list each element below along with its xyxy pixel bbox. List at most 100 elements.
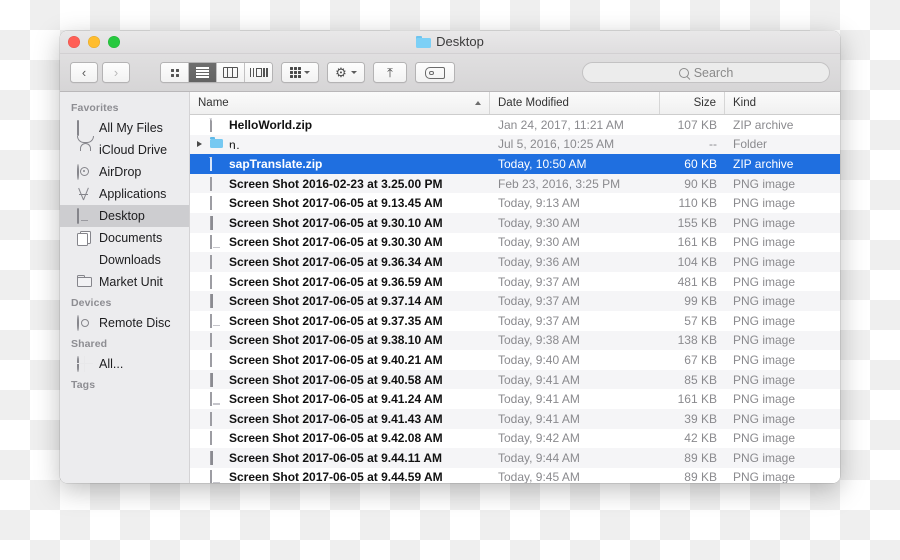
column-header-size[interactable]: Size — [660, 92, 725, 114]
table-row[interactable]: Screen Shot 2017-06-05 at 9.44.59 AM Toda… — [190, 468, 840, 483]
file-kind-cell: Folder — [733, 137, 768, 152]
finder-window: Desktop ‹ › ⚙ ⤒ Search Favorites All My … — [60, 31, 840, 483]
action-menu-button[interactable]: ⚙ — [327, 62, 365, 83]
file-date-cell: Today, 9:41 AM — [498, 372, 580, 387]
table-row[interactable]: Screen Shot 2017-06-05 at 9.36.34 AM Toda… — [190, 252, 840, 272]
grid-icon — [170, 68, 179, 77]
file-size-cell: 60 KB — [684, 156, 717, 171]
png-image-icon — [210, 372, 223, 387]
png-image-icon — [210, 235, 223, 250]
column-header-date-modified[interactable]: Date Modified — [490, 92, 660, 114]
file-name: Screen Shot 2017-06-05 at 9.37.35 AM — [229, 313, 443, 328]
file-kind-cell: PNG image — [733, 215, 796, 230]
sidebar-item-all-shared[interactable]: All... — [60, 353, 189, 375]
table-row[interactable]: Screen Shot 2016-02-23 at 3.25.00 PM Feb … — [190, 173, 840, 194]
file-date-cell: Today, 9:30 AM — [498, 215, 580, 230]
sidebar-item-label: All My Files — [99, 121, 163, 135]
sidebar-item-remote-disc[interactable]: Remote Disc — [60, 312, 189, 334]
file-name: Screen Shot 2017-06-05 at 9.41.43 AM — [229, 411, 443, 426]
file-date-cell: Today, 9:42 AM — [498, 431, 580, 446]
file-kind-cell: PNG image — [733, 176, 796, 191]
file-name-cell: Screen Shot 2017-06-05 at 9.40.21 AM — [190, 352, 490, 367]
table-row[interactable]: Screen Shot 2017-06-05 at 9.42.08 AM Toda… — [190, 429, 840, 449]
file-size-cell: 110 KB — [678, 196, 717, 211]
table-row[interactable]: Screen Shot 2017-06-05 at 9.40.58 AM Toda… — [190, 369, 840, 390]
file-name-cell: Screen Shot 2017-06-05 at 9.37.14 AM — [190, 294, 490, 309]
chevron-down-icon — [350, 71, 357, 74]
file-name: Screen Shot 2017-06-05 at 9.30.10 AM — [229, 215, 443, 230]
back-button[interactable]: ‹ — [70, 62, 98, 83]
file-size-cell: -- — [709, 137, 717, 152]
sidebar-item-label: Remote Disc — [99, 316, 171, 330]
table-row[interactable]: Screen Shot 2017-06-05 at 9.37.14 AM Toda… — [190, 291, 840, 311]
file-name-cell: Screen Shot 2017-06-05 at 9.38.10 AM — [190, 333, 490, 348]
file-size-cell: 107 KB — [677, 117, 717, 132]
file-size-cell: 481 KB — [677, 274, 717, 289]
table-row[interactable]: Screen Shot 2017-06-05 at 9.37.35 AM Toda… — [190, 311, 840, 331]
table-row[interactable]: Screen Shot 2017-06-05 at 9.41.24 AM Toda… — [190, 389, 840, 409]
sidebar-item-desktop[interactable]: Desktop — [60, 205, 189, 227]
file-size-cell: 161 KB — [677, 392, 717, 407]
column-headers: Name Date Modified Size Kind — [190, 92, 840, 115]
window-body: Favorites All My Files iCloud Drive AirD… — [60, 92, 840, 483]
file-name-cell: Screen Shot 2017-06-05 at 9.30.30 AM — [190, 235, 490, 250]
documents-icon — [77, 230, 92, 246]
sidebar-item-downloads[interactable]: Downloads — [60, 249, 189, 271]
file-rows: HelloWorld.zip Jan 24, 2017, 11:21 AM 107 … — [190, 115, 840, 483]
file-date-cell: Today, 9:38 AM — [498, 333, 580, 348]
table-row[interactable]: Screen Shot 2017-06-05 at 9.44.11 AM Toda… — [190, 448, 840, 468]
png-image-icon — [210, 176, 223, 191]
file-kind-cell: PNG image — [733, 431, 796, 446]
sidebar-item-documents[interactable]: Documents — [60, 227, 189, 249]
file-date-cell: Today, 9:41 AM — [498, 392, 580, 407]
arrange-by-button[interactable] — [281, 62, 319, 83]
downloads-icon — [77, 253, 92, 268]
column-header-label: Name — [198, 97, 229, 109]
file-kind-cell: PNG image — [733, 196, 796, 211]
file-name-cell: Screen Shot 2017-06-05 at 9.41.24 AM — [190, 392, 490, 407]
table-row[interactable]: HelloWorld.zip Jan 24, 2017, 11:21 AM 107 … — [190, 115, 840, 135]
disclosure-triangle-icon[interactable] — [194, 141, 204, 147]
column-header-kind[interactable]: Kind — [725, 92, 840, 114]
file-date-cell: Today, 9:44 AM — [498, 450, 580, 465]
table-row[interactable]: Screen Shot 2017-06-05 at 9.36.59 AM Toda… — [190, 272, 840, 292]
table-row[interactable]: Screen Shot 2017-06-05 at 9.30.30 AM Toda… — [190, 233, 840, 253]
sidebar-item-label: iCloud Drive — [99, 143, 168, 157]
sort-ascending-icon — [475, 101, 481, 105]
table-row[interactable]: Screen Shot 2017-06-05 at 9.13.45 AM Toda… — [190, 193, 840, 213]
search-placeholder: Search — [693, 65, 734, 80]
file-kind-cell: PNG image — [733, 450, 796, 465]
png-image-icon — [210, 470, 223, 483]
sidebar-item-airdrop[interactable]: AirDrop — [60, 161, 189, 183]
forward-button[interactable]: › — [102, 62, 130, 83]
column-view-button[interactable] — [217, 63, 245, 82]
share-button[interactable]: ⤒ — [373, 62, 407, 83]
table-row[interactable]: Screen Shot 2017-06-05 at 9.30.10 AM Toda… — [190, 212, 840, 233]
column-header-name[interactable]: Name — [190, 92, 490, 114]
window-titlebar[interactable]: Desktop — [60, 31, 840, 54]
search-input[interactable]: Search — [582, 62, 830, 83]
sidebar: Favorites All My Files iCloud Drive AirD… — [60, 92, 190, 483]
toolbar: ‹ › ⚙ ⤒ Search — [60, 54, 840, 92]
sidebar-item-market-unit[interactable]: Market Unit — [60, 271, 189, 293]
table-row[interactable]: Screen Shot 2017-06-05 at 9.38.10 AM Toda… — [190, 330, 840, 351]
table-row[interactable]: sapTranslate.zip Today, 10:50 AM 60 KB ZIP … — [190, 154, 840, 174]
icon-view-button[interactable] — [161, 63, 189, 82]
file-name: nba — [229, 138, 241, 151]
share-icon: ⤒ — [387, 65, 393, 80]
tags-button[interactable] — [415, 62, 455, 83]
file-size-cell: 39 KB — [684, 411, 717, 426]
file-name-cell: Screen Shot 2017-06-05 at 9.36.34 AM — [190, 254, 490, 269]
sidebar-item-icloud-drive[interactable]: iCloud Drive — [60, 139, 189, 161]
table-row[interactable]: Screen Shot 2017-06-05 at 9.41.43 AM Toda… — [190, 408, 840, 429]
sidebar-item-applications[interactable]: Applications — [60, 183, 189, 205]
png-image-icon — [210, 274, 223, 289]
file-kind-cell: PNG image — [733, 372, 796, 387]
chevron-right-icon: › — [113, 65, 119, 80]
file-name-cell: nba — [190, 137, 490, 151]
table-row[interactable]: Screen Shot 2017-06-05 at 9.40.21 AM Toda… — [190, 350, 840, 370]
list-view-button[interactable] — [189, 63, 217, 82]
table-row[interactable]: nba Jul 5, 2016, 10:25 AM -- Folder — [190, 134, 840, 155]
gallery-view-button[interactable] — [245, 63, 272, 82]
file-kind-cell: ZIP archive — [733, 117, 794, 132]
